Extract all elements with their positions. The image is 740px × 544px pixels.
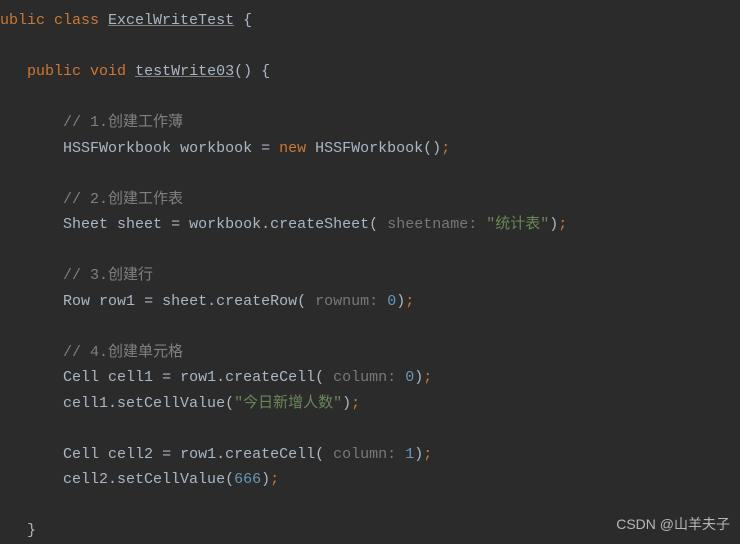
semi: ; [423,369,432,386]
obj: sheet [162,293,207,310]
type: Cell [63,446,99,463]
method: setCellValue [117,395,225,412]
dot: . [207,293,216,310]
lparen: ( [225,471,234,488]
param-hint: column: [324,446,405,463]
keyword-public-void: public void [27,63,126,80]
dot: . [108,471,117,488]
rparen: ) [414,369,423,386]
type: Sheet [63,216,108,233]
type: HSSFWorkbook [63,140,171,157]
param-hint: column: [324,369,405,386]
number: 0 [405,369,414,386]
lparen: ( [297,293,306,310]
brace-open: { [261,63,270,80]
rparen: ) [342,395,351,412]
lparen: ( [225,395,234,412]
var: sheet [117,216,162,233]
comment: // 1.创建工作薄 [63,114,183,131]
param-hint: rownum: [306,293,387,310]
brace-open: { [243,12,252,29]
method: createCell [225,446,315,463]
rparen: ) [396,293,405,310]
comment: // 3.创建行 [63,267,153,284]
ctor: HSSFWorkbook() [315,140,441,157]
comment: // 4.创建单元格 [63,344,183,361]
lparen: ( [369,216,378,233]
obj: cell1 [63,395,108,412]
string: "统计表" [486,216,549,233]
string: "今日新增人数" [234,395,342,412]
method: createSheet [270,216,369,233]
obj: row1 [180,369,216,386]
rparen: ) [414,446,423,463]
comment: // 2.创建工作表 [63,191,183,208]
method: createCell [225,369,315,386]
semi: ; [351,395,360,412]
semi: ; [423,446,432,463]
watermark: CSDN @山羊夫子 [616,513,730,537]
dot: . [108,395,117,412]
code-block: ublic class ExcelWriteTest { public void… [0,8,740,544]
var: cell2 [108,446,153,463]
type: Cell [63,369,99,386]
var: cell1 [108,369,153,386]
method: setCellValue [117,471,225,488]
lparen: ( [315,446,324,463]
brace-close: } [27,522,36,539]
obj: workbook [189,216,261,233]
eq: = [171,216,180,233]
dot: . [216,369,225,386]
dot: . [261,216,270,233]
semi: ; [270,471,279,488]
paren: () [234,63,252,80]
param-hint: sheetname: [378,216,486,233]
method: createRow [216,293,297,310]
rparen: ) [261,471,270,488]
number: 0 [387,293,396,310]
class-name: ExcelWriteTest [108,12,234,29]
lparen: ( [315,369,324,386]
eq: = [162,369,171,386]
semi: ; [558,216,567,233]
number: 666 [234,471,261,488]
var: workbook [180,140,252,157]
semi: ; [441,140,450,157]
type: Row [63,293,90,310]
eq: = [261,140,270,157]
eq: = [162,446,171,463]
eq: = [144,293,153,310]
method-def: testWrite03 [135,63,234,80]
dot: . [216,446,225,463]
obj: cell2 [63,471,108,488]
var: row1 [99,293,135,310]
obj: row1 [180,446,216,463]
semi: ; [405,293,414,310]
number: 1 [405,446,414,463]
rparen: ) [549,216,558,233]
keyword-new: new [279,140,306,157]
keyword-public-class: ublic class [0,12,99,29]
